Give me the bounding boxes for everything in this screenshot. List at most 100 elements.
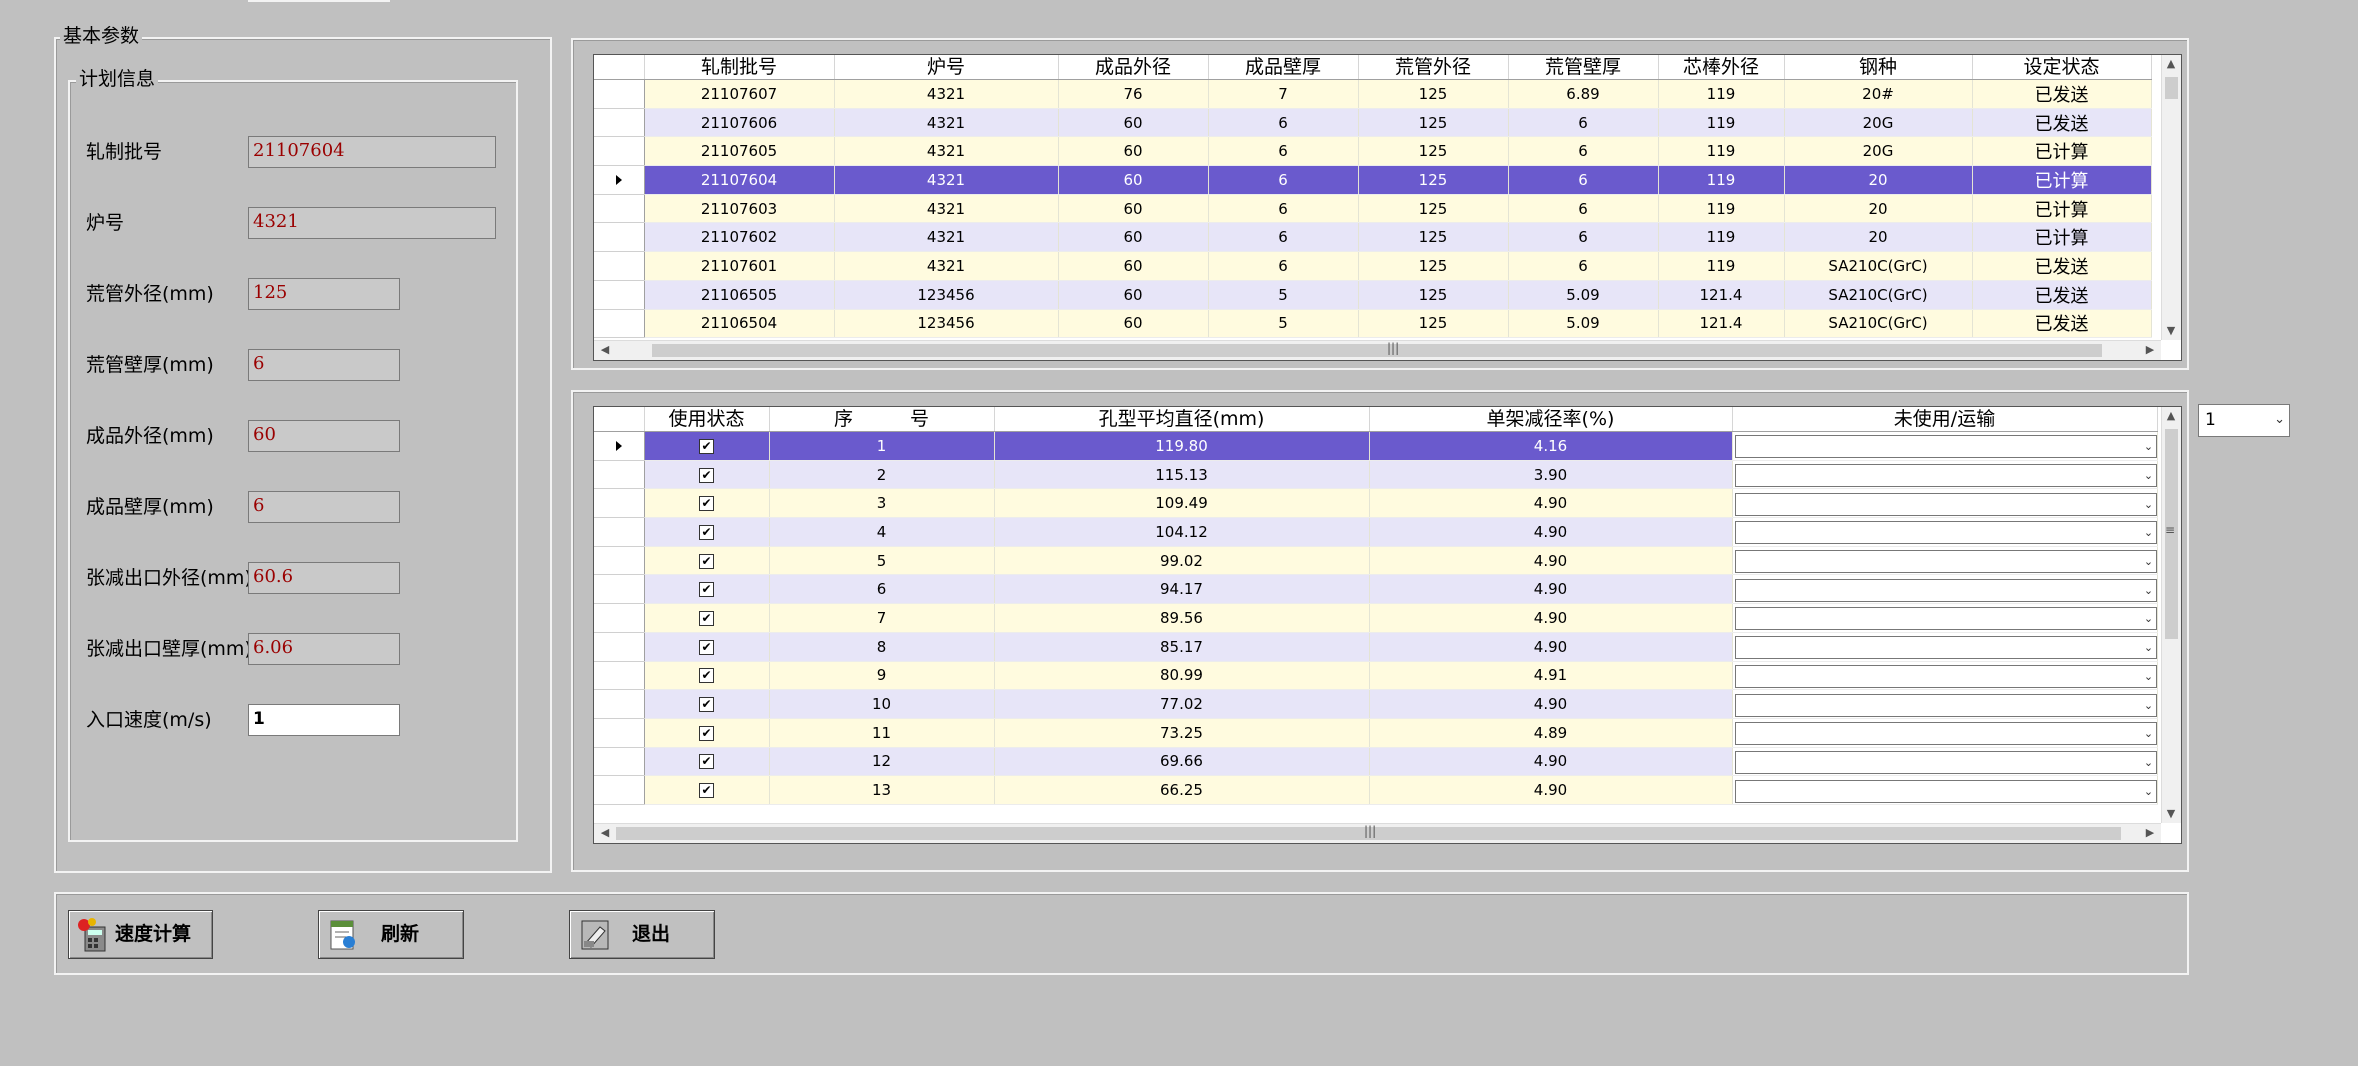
table-cell[interactable]: 60 [1058, 222, 1209, 253]
unused-transport-combo[interactable]: ⌄ [1734, 693, 2156, 717]
unused-transport-combo[interactable]: ⌄ [1734, 664, 2156, 688]
table-cell[interactable]: 21106504 [644, 309, 835, 339]
form-field-6[interactable]: 60.6 [248, 562, 400, 594]
checkbox-checked-icon[interactable]: ✔ [699, 438, 714, 454]
table-row[interactable]: ✔ 9 80.99 4.91 ⌄ [594, 661, 2158, 691]
table-cell[interactable]: 4.91 [1369, 661, 1733, 691]
checkbox-checked-icon[interactable]: ✔ [699, 697, 714, 713]
use-status-cell[interactable]: ✔ [644, 460, 770, 490]
table-cell[interactable]: 6 [1208, 222, 1359, 253]
table-cell[interactable]: 21107601 [644, 251, 835, 281]
table-cell[interactable]: 5 [1208, 280, 1359, 310]
table-cell[interactable]: 2 [769, 460, 995, 490]
row-header[interactable] [594, 165, 645, 195]
table-row[interactable]: 21106505 123456 60 5 125 5.09 121.4 SA210C(GrC)… [594, 280, 2152, 310]
table-cell[interactable]: 60 [1058, 309, 1209, 339]
table-cell[interactable]: 5 [1208, 309, 1359, 339]
unused-transport-cell[interactable]: ⌄ [1732, 718, 2158, 748]
table-cell[interactable]: 4.90 [1369, 517, 1733, 547]
table-cell[interactable]: 已发送 [1972, 108, 2152, 138]
table-row[interactable]: ✔ 11 73.25 4.89 ⌄ [594, 718, 2158, 748]
row-header[interactable] [594, 747, 645, 777]
table-cell[interactable]: 4.90 [1369, 775, 1733, 805]
scroll-up-icon[interactable]: ▲ [2162, 407, 2180, 425]
table-cell[interactable]: 99.02 [994, 546, 1370, 576]
table-row[interactable]: 21107604 4321 60 6 125 6 119 20 已计算 [594, 165, 2152, 195]
table-cell[interactable]: 20G [1784, 136, 1973, 167]
table-cell[interactable]: 115.13 [994, 460, 1370, 490]
row-header[interactable] [594, 689, 645, 719]
table-cell[interactable]: 21107605 [644, 136, 835, 167]
unused-transport-cell[interactable]: ⌄ [1732, 632, 2158, 662]
table-cell[interactable]: 已发送 [1972, 79, 2152, 109]
table-cell[interactable]: 4.90 [1369, 574, 1733, 605]
table-cell[interactable]: 21106505 [644, 280, 835, 310]
use-status-cell[interactable]: ✔ [644, 517, 770, 547]
table-cell[interactable]: 73.25 [994, 718, 1370, 748]
batch-grid-vscroll[interactable]: ▲ ▼ [2161, 55, 2181, 340]
scroll-right-icon[interactable]: ▶ [2141, 341, 2159, 359]
form-field-5[interactable]: 6 [248, 491, 400, 523]
chevron-down-icon[interactable]: ⌄ [2142, 551, 2155, 573]
table-cell[interactable]: 85.17 [994, 632, 1370, 662]
row-header[interactable] [594, 460, 645, 490]
table-cell[interactable]: 60 [1058, 108, 1209, 138]
chevron-down-icon[interactable]: ⌄ [2142, 608, 2155, 630]
unused-transport-cell[interactable]: ⌄ [1732, 546, 2158, 576]
use-status-cell[interactable]: ✔ [644, 431, 770, 461]
table-cell[interactable]: 125 [1358, 194, 1509, 224]
table-cell[interactable]: 4321 [834, 222, 1059, 253]
chevron-down-icon[interactable]: ⌄ [2142, 465, 2155, 487]
table-row[interactable]: ✔ 10 77.02 4.90 ⌄ [594, 689, 2158, 719]
unused-transport-combo[interactable]: ⌄ [1734, 578, 2156, 602]
table-cell[interactable]: 已发送 [1972, 309, 2152, 339]
unused-transport-combo[interactable]: ⌄ [1734, 636, 2156, 660]
table-cell[interactable]: 已发送 [1972, 251, 2152, 281]
table-cell[interactable]: 4.90 [1369, 632, 1733, 662]
unused-transport-combo[interactable]: ⌄ [1734, 550, 2156, 574]
form-field-3[interactable]: 6 [248, 349, 400, 381]
table-cell[interactable]: 119 [1658, 79, 1785, 109]
table-cell[interactable]: 4.90 [1369, 689, 1733, 719]
form-field-2[interactable]: 125 [248, 278, 400, 310]
scroll-right-icon[interactable]: ▶ [2141, 824, 2159, 842]
row-header[interactable] [594, 718, 645, 748]
row-header[interactable] [594, 222, 645, 253]
row-header[interactable] [594, 488, 645, 519]
checkbox-checked-icon[interactable]: ✔ [699, 553, 714, 569]
form-field-4[interactable]: 60 [248, 420, 400, 452]
row-header[interactable] [594, 603, 645, 633]
unused-transport-combo[interactable]: ⌄ [1734, 435, 2156, 459]
table-cell[interactable]: 4.90 [1369, 488, 1733, 519]
table-cell[interactable]: 已计算 [1972, 194, 2152, 224]
unused-transport-cell[interactable]: ⌄ [1732, 517, 2158, 547]
stand-column-header[interactable]: 单架减径率(%) [1369, 407, 1733, 432]
table-row[interactable]: ✔ 4 104.12 4.90 ⌄ [594, 517, 2158, 547]
checkbox-checked-icon[interactable]: ✔ [699, 467, 714, 483]
table-cell[interactable]: 7 [1208, 79, 1359, 109]
unused-transport-combo[interactable]: ⌄ [1734, 750, 2156, 774]
use-status-cell[interactable]: ✔ [644, 689, 770, 719]
table-cell[interactable]: 已计算 [1972, 136, 2152, 167]
table-cell[interactable]: 21107603 [644, 194, 835, 224]
table-cell[interactable]: 125 [1358, 222, 1509, 253]
table-cell[interactable]: 104.12 [994, 517, 1370, 547]
checkbox-checked-icon[interactable]: ✔ [699, 610, 714, 626]
table-cell[interactable]: 60 [1058, 251, 1209, 281]
row-header[interactable] [594, 108, 645, 138]
table-cell[interactable]: 4.90 [1369, 747, 1733, 777]
use-status-cell[interactable]: ✔ [644, 603, 770, 633]
table-cell[interactable]: 121.4 [1658, 309, 1785, 339]
batch-hscroll-thumb[interactable] [652, 344, 2102, 357]
stand-column-header[interactable]: 未使用/运输 [1732, 407, 2158, 432]
use-status-cell[interactable]: ✔ [644, 661, 770, 691]
table-cell[interactable]: SA210C(GrC) [1784, 251, 1973, 281]
table-cell[interactable]: 125 [1358, 136, 1509, 167]
row-header[interactable] [594, 79, 645, 109]
scroll-left-icon[interactable]: ◀ [596, 341, 614, 359]
batch-column-header[interactable]: 钢种 [1784, 55, 1973, 80]
table-cell[interactable]: 3 [769, 488, 995, 519]
row-header[interactable] [594, 194, 645, 224]
row-header[interactable] [594, 546, 645, 576]
table-cell[interactable]: 6 [1508, 251, 1659, 281]
